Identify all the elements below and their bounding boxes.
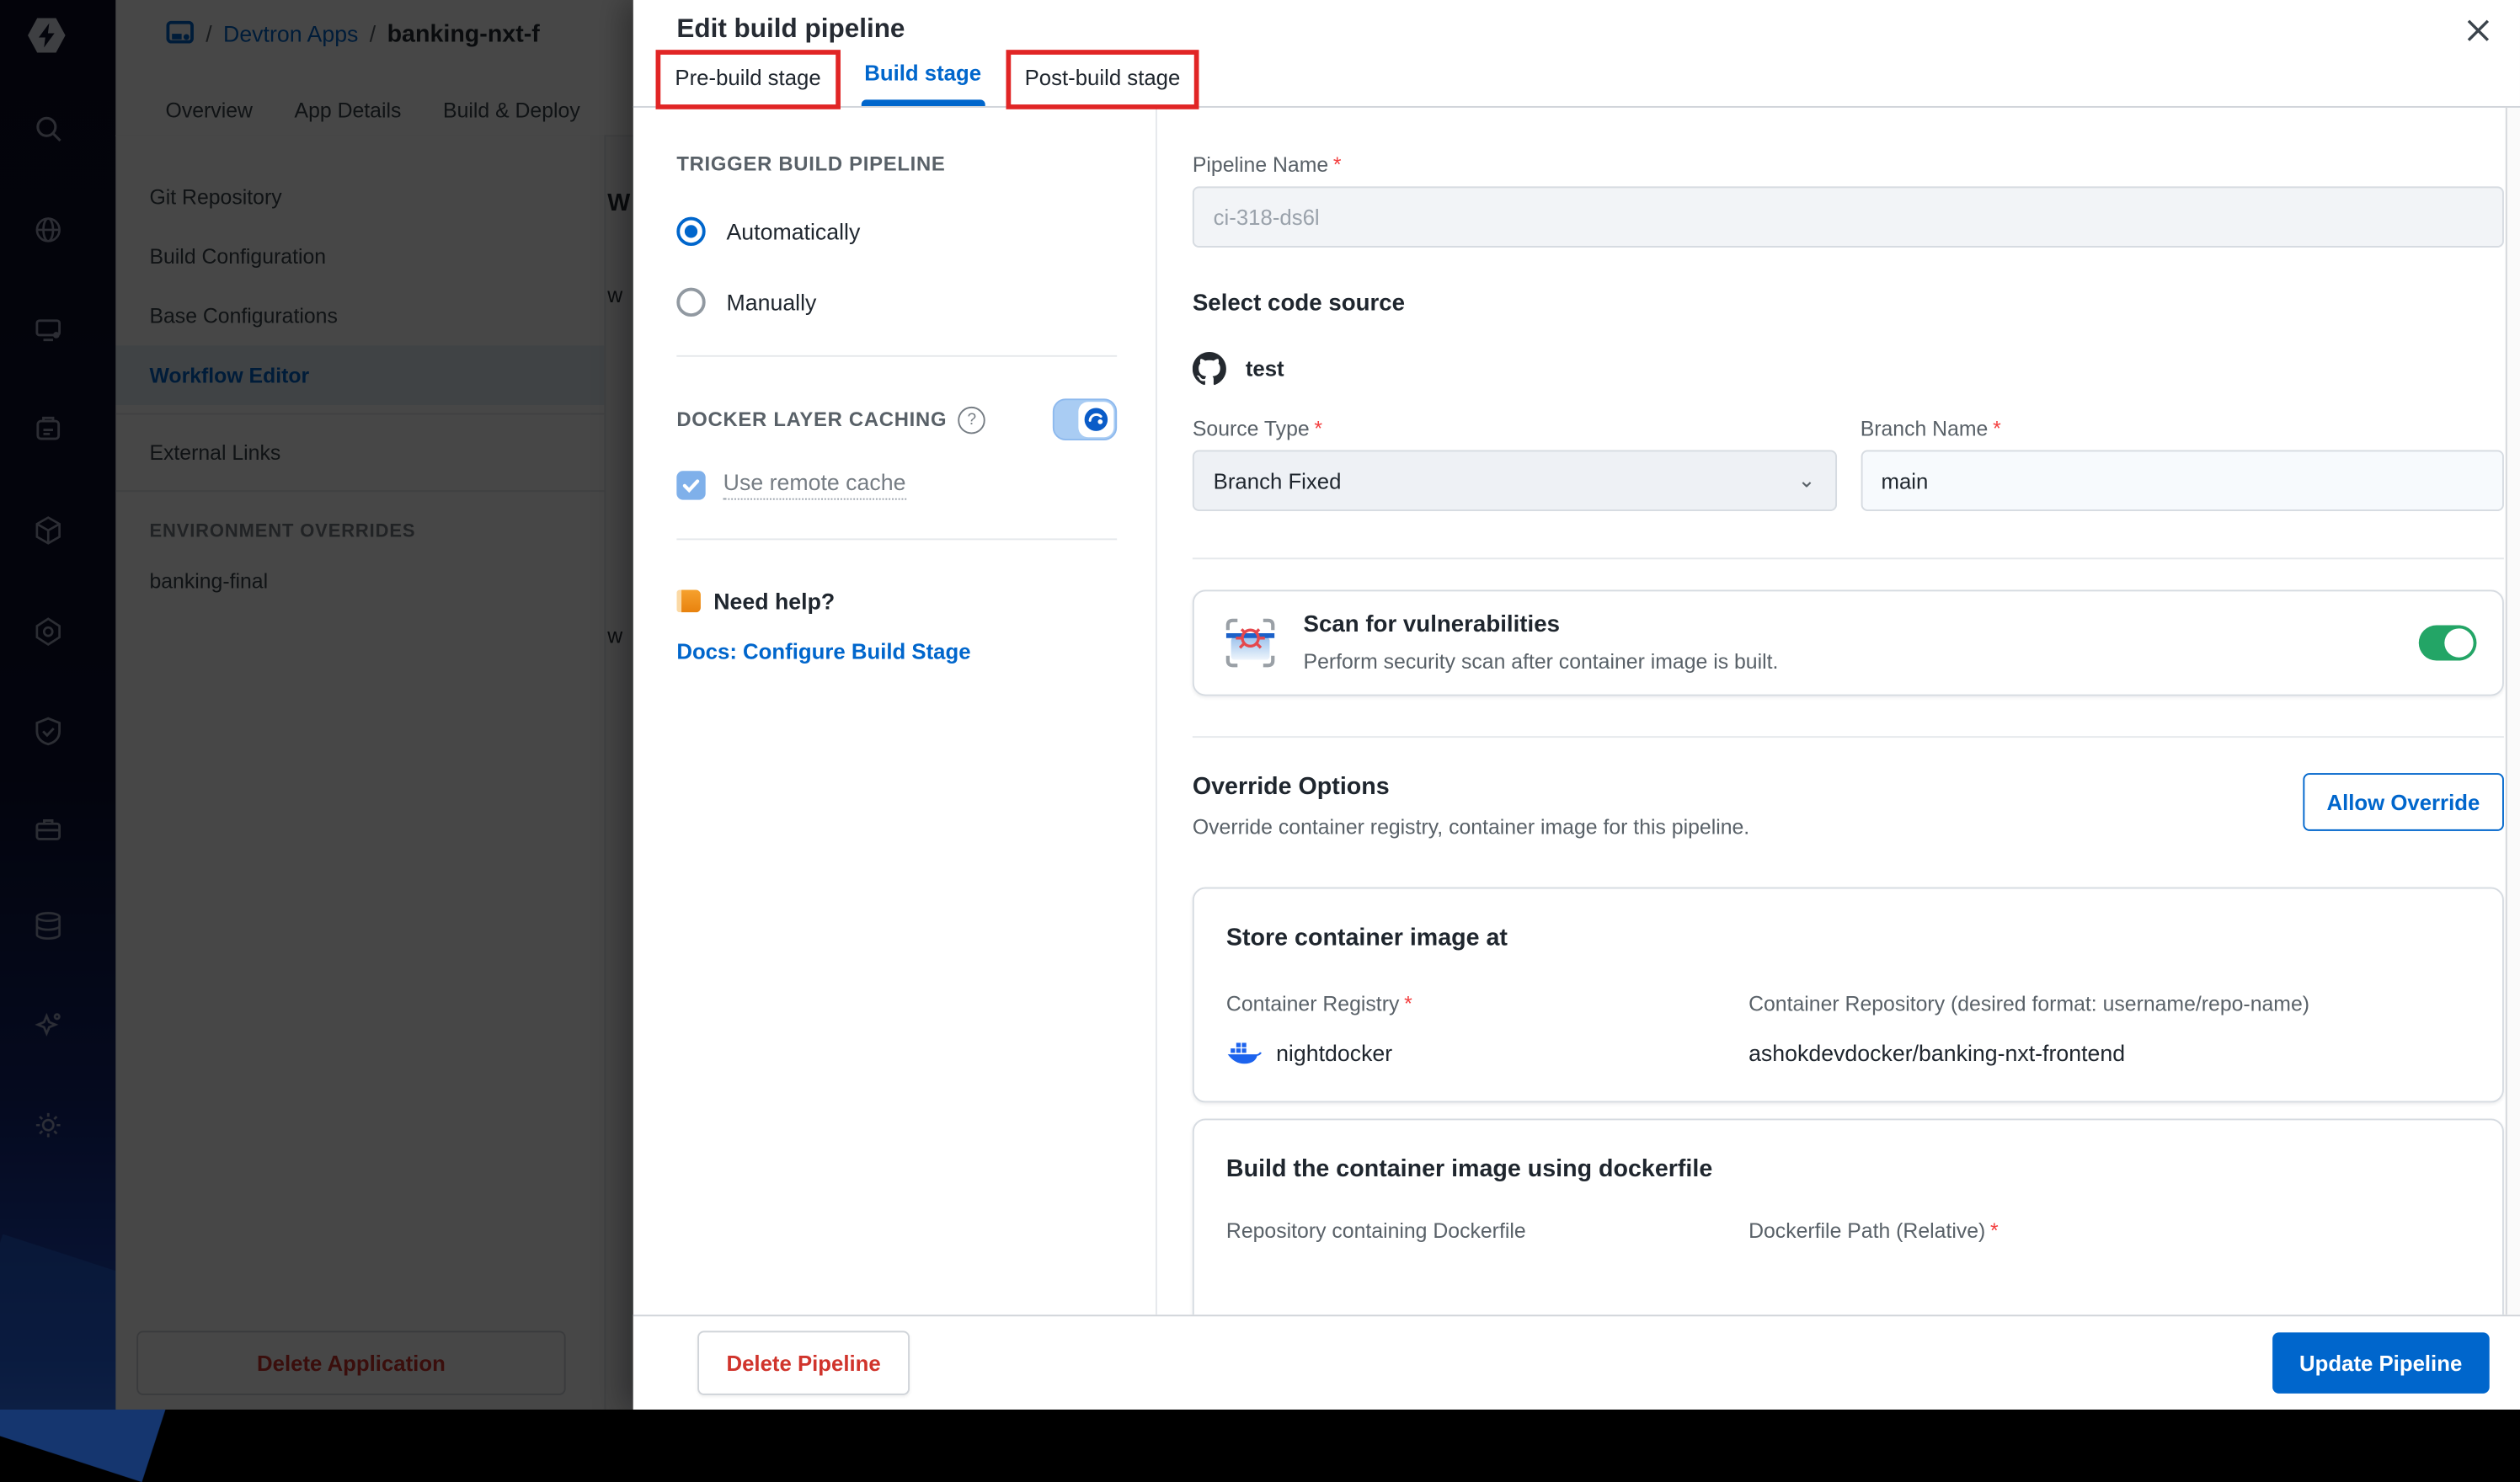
- pipeline-name-input[interactable]: ci-318-ds6l: [1192, 186, 2504, 248]
- store-container-image-card: Store container image at Container Regis…: [1192, 887, 2504, 1103]
- container-registry-value: nightdocker: [1276, 1039, 1393, 1065]
- override-options-heading: Override Options: [1192, 773, 1390, 801]
- container-repository-value: ashokdevdocker/banking-nxt-frontend: [1749, 1039, 2126, 1065]
- docker-layer-caching-heading: DOCKER LAYER CACHING: [676, 408, 948, 431]
- help-question-icon[interactable]: ?: [958, 405, 986, 434]
- panel-divider: [676, 355, 1118, 357]
- trigger-manually-option[interactable]: Manually: [676, 287, 1117, 317]
- source-type-label: Source Type *: [1192, 416, 1323, 441]
- delete-pipeline-button[interactable]: Delete Pipeline: [697, 1330, 910, 1395]
- container-repository-label: Container Repository (desired format: us…: [1749, 991, 2310, 1016]
- scan-vulnerabilities-toggle[interactable]: [2418, 625, 2477, 661]
- docker-whale-icon: [1227, 1042, 1262, 1064]
- container-registry-label: Container Registry *: [1225, 991, 1412, 1016]
- scan-subtitle: Perform security scan after container im…: [1303, 649, 1779, 674]
- scan-vulnerabilities-card: Scan for vulnerabilities Perform securit…: [1192, 589, 2504, 696]
- docs-configure-build-stage-link[interactable]: Docs: Configure Build Stage: [676, 640, 1117, 664]
- required-marker: *: [1990, 1218, 1999, 1243]
- trigger-automatically-option[interactable]: Automatically: [676, 216, 1117, 247]
- select-code-source-heading: Select code source: [1192, 291, 1406, 317]
- docker-layer-caching-toggle[interactable]: [1052, 398, 1118, 441]
- update-pipeline-button[interactable]: Update Pipeline: [2272, 1332, 2490, 1394]
- github-icon: [1192, 352, 1226, 386]
- section-divider: [1192, 736, 2504, 738]
- modal-header: Edit build pipeline Pre-build stage Buil…: [633, 0, 2520, 109]
- required-marker: *: [1404, 991, 1412, 1016]
- section-divider: [1192, 557, 2504, 560]
- chevron-down-icon: ⌄: [1797, 467, 1816, 493]
- tab-pre-build-stage[interactable]: Pre-build stage: [675, 66, 820, 90]
- edit-build-pipeline-modal: Edit build pipeline Pre-build stage Buil…: [633, 0, 2520, 1410]
- modal-title: Edit build pipeline: [676, 14, 905, 44]
- git-repo-name: test: [1245, 356, 1284, 381]
- trigger-build-heading: TRIGGER BUILD PIPELINE: [676, 152, 946, 176]
- required-marker: *: [1993, 416, 2001, 441]
- checkbox-checked-icon[interactable]: [676, 470, 706, 499]
- git-repo-row: test: [1192, 352, 2504, 386]
- override-options-subtitle: Override container registry, container i…: [1192, 814, 1750, 840]
- repository-containing-dockerfile-label: Repository containing Dockerfile: [1225, 1218, 1526, 1243]
- pipeline-name-label: Pipeline Name *: [1192, 152, 1342, 177]
- radio-selected-icon[interactable]: [676, 216, 706, 247]
- branch-name-input[interactable]: main: [1860, 450, 2504, 511]
- tab-post-build-stage[interactable]: Post-build stage: [1025, 66, 1181, 90]
- build-stage-form: Pipeline Name * ci-318-ds6l Select code s…: [1157, 107, 2520, 1315]
- required-marker: *: [1314, 416, 1323, 441]
- radio-unselected-icon[interactable]: [676, 287, 706, 317]
- need-help-heading: Need help?: [713, 588, 836, 615]
- required-marker: *: [1332, 152, 1342, 177]
- source-type-select[interactable]: Branch Fixed ⌄: [1192, 450, 1837, 511]
- scan-title: Scan for vulnerabilities: [1303, 612, 1560, 638]
- trigger-manually-label: Manually: [726, 289, 817, 316]
- book-icon: [676, 589, 701, 613]
- trigger-automatically-label: Automatically: [726, 218, 861, 245]
- branch-name-label: Branch Name *: [1860, 416, 2001, 441]
- build-card-title: Build the container image using dockerfi…: [1225, 1155, 1713, 1183]
- annotation-box-post-build: Post-build stage: [1005, 50, 1200, 109]
- build-dockerfile-card: Build the container image using dockerfi…: [1192, 1118, 2504, 1315]
- build-options-panel: TRIGGER BUILD PIPELINE Automatically Man…: [633, 107, 1157, 1315]
- vulnerability-scan-icon: [1225, 618, 1275, 668]
- allow-override-button[interactable]: Allow Override: [2302, 773, 2504, 831]
- scrollbar[interactable]: [2505, 107, 2520, 1315]
- cache-toggle-knob-icon: [1078, 402, 1114, 438]
- panel-divider: [676, 538, 1118, 541]
- modal-tab-bar: Pre-build stage Build stage Post-build s…: [633, 48, 2488, 109]
- use-remote-cache-label: Use remote cache: [723, 469, 906, 500]
- store-card-title: Store container image at: [1225, 924, 1508, 952]
- screen: / Devtron Apps / banking-nxt-f Overview …: [0, 0, 2520, 1482]
- dockerfile-path-label: Dockerfile Path (Relative) *: [1749, 1218, 1999, 1243]
- use-remote-cache-option[interactable]: Use remote cache: [676, 469, 1117, 500]
- annotation-box-pre-build: Pre-build stage: [655, 50, 841, 109]
- tab-build-stage[interactable]: Build stage: [858, 48, 988, 106]
- modal-footer: Delete Pipeline Update Pipeline: [633, 1314, 2520, 1410]
- close-icon[interactable]: [2462, 14, 2494, 46]
